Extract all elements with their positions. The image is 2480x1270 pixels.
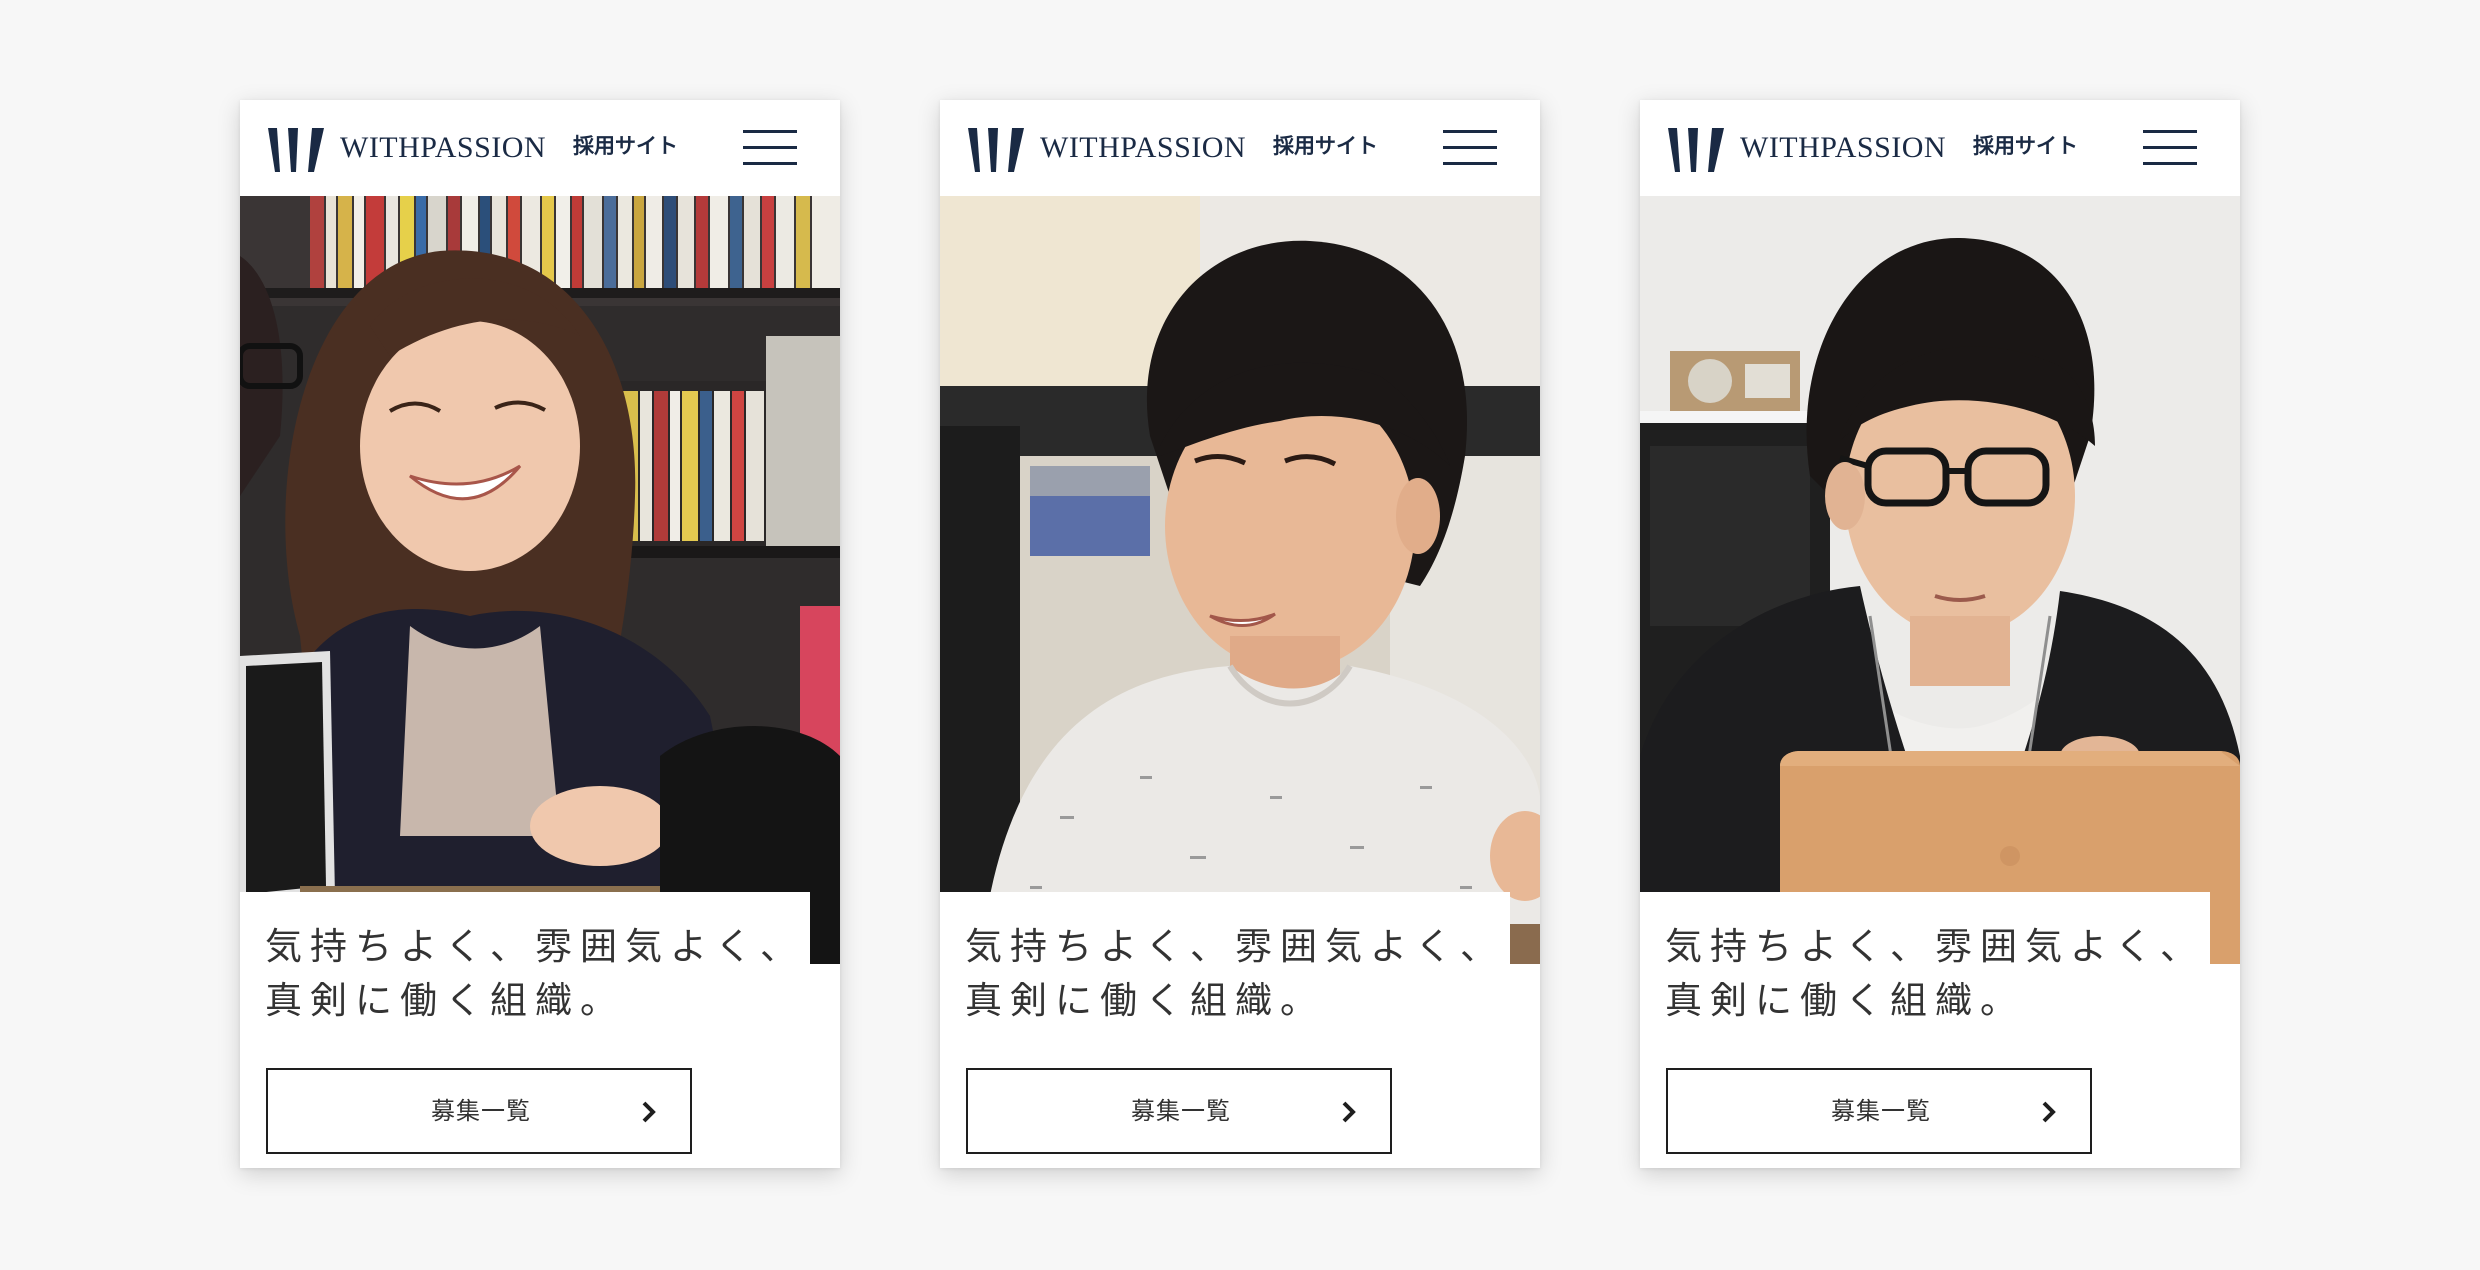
- brand-name[interactable]: WITHPASSION: [1040, 130, 1246, 166]
- site-header: WITHPASSION 採用サイト: [1640, 100, 2240, 196]
- recruit-site-label: 採用サイト: [1973, 134, 2078, 158]
- hamburger-menu-icon[interactable]: [743, 128, 797, 168]
- chevron-right-icon: [2042, 1101, 2056, 1123]
- site-header: WITHPASSION 採用サイト: [940, 100, 1540, 196]
- hamburger-menu-icon[interactable]: [2143, 128, 2197, 168]
- mobile-preview-card-1: WITHPASSION 採用サイト 気持ちよく、雰囲気よく、 真剣に働く組織。 …: [240, 100, 840, 1168]
- job-list-button[interactable]: 募集一覧: [966, 1068, 1392, 1154]
- withpassion-logo-icon[interactable]: [968, 128, 1024, 172]
- brand-name[interactable]: WITHPASSION: [1740, 130, 1946, 166]
- withpassion-logo-icon[interactable]: [1668, 128, 1724, 172]
- mobile-preview-card-2: WITHPASSION 採用サイト 気持ちよく、雰囲気よく、 真剣に働く組織。 …: [940, 100, 1540, 1168]
- hero-photo-woman-smiling: [240, 196, 840, 964]
- hamburger-menu-icon[interactable]: [1443, 128, 1497, 168]
- job-list-button-label: 募集一覧: [1831, 1097, 1931, 1125]
- chevron-right-icon: [642, 1101, 656, 1123]
- job-list-button-label: 募集一覧: [431, 1097, 531, 1125]
- catch-copy: 気持ちよく、雰囲気よく、 真剣に働く組織。: [965, 925, 1505, 1022]
- catch-copy: 気持ちよく、雰囲気よく、 真剣に働く組織。: [265, 925, 805, 1022]
- catch-copy: 気持ちよく、雰囲気よく、 真剣に働く組織。: [1665, 925, 2205, 1022]
- site-header: WITHPASSION 採用サイト: [240, 100, 840, 196]
- hero-photo-man-with-laptop: [1640, 196, 2240, 964]
- brand-name[interactable]: WITHPASSION: [340, 130, 546, 166]
- recruit-site-label: 採用サイト: [1273, 134, 1378, 158]
- job-list-button-label: 募集一覧: [1131, 1097, 1231, 1125]
- recruit-site-label: 採用サイト: [573, 134, 678, 158]
- mobile-preview-card-3: WITHPASSION 採用サイト 気持ちよく、雰囲気よく、 真剣に働く組織。 …: [1640, 100, 2240, 1168]
- job-list-button[interactable]: 募集一覧: [1666, 1068, 2092, 1154]
- chevron-right-icon: [1342, 1101, 1356, 1123]
- withpassion-logo-icon[interactable]: [268, 128, 324, 172]
- job-list-button[interactable]: 募集一覧: [266, 1068, 692, 1154]
- hero-photo-man-talking: [940, 196, 1540, 964]
